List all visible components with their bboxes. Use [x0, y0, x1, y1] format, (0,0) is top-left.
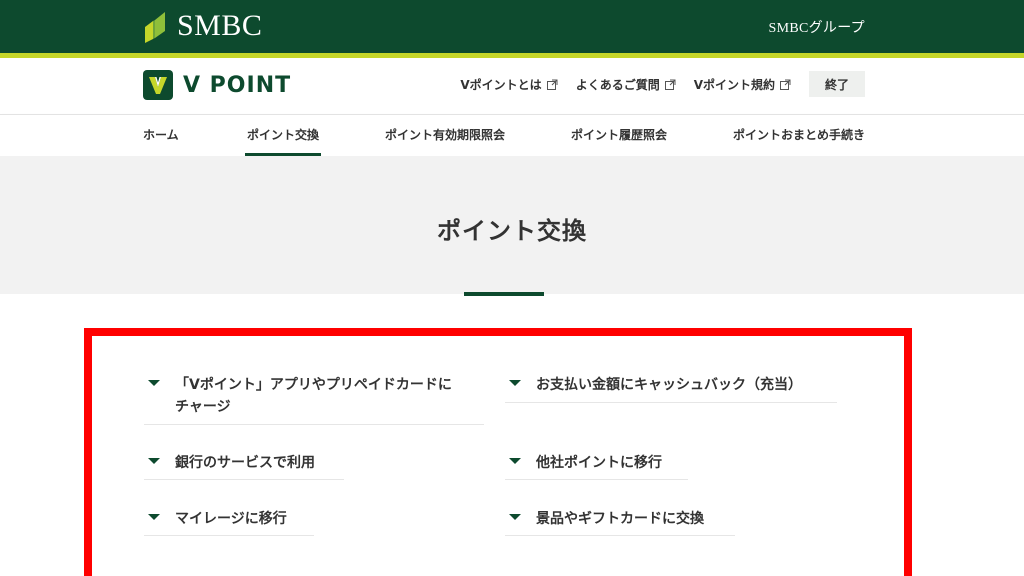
- main-nav: ホーム ポイント交換 ポイント有効期限照会 ポイント履歴照会 ポイントおまとめ手…: [0, 114, 1024, 156]
- nav-item-expiry-inquiry[interactable]: ポイント有効期限照会: [385, 126, 505, 143]
- title-band: ポイント交換: [0, 156, 1024, 294]
- nav-item-history-inquiry[interactable]: ポイント履歴照会: [571, 126, 667, 143]
- link-label: マイレージに移行: [175, 511, 287, 527]
- header-link-label: Vポイントとは: [460, 77, 542, 92]
- header-link-label: よくあるご質問: [575, 77, 660, 92]
- link-other-points[interactable]: 他社ポイントに移行: [505, 452, 688, 480]
- vpoint-logo-text: V POINT: [183, 72, 292, 98]
- vpoint-badge-icon: [143, 70, 173, 100]
- title-underline: [464, 292, 544, 296]
- v-mark-icon: [149, 77, 167, 94]
- nav-item-consolidation[interactable]: ポイントおまとめ手続き: [733, 126, 865, 143]
- caret-down-icon: [148, 380, 160, 386]
- smbc-brand-text: SMBC: [177, 9, 263, 42]
- link-label: 銀行のサービスで利用: [175, 455, 315, 471]
- caret-down-icon: [148, 458, 160, 464]
- smbc-logo[interactable]: SMBC: [143, 9, 262, 43]
- smbc-top-bar: SMBC SMBCグループ: [0, 0, 1024, 53]
- caret-down-icon: [509, 380, 521, 386]
- link-bank-services[interactable]: 銀行のサービスで利用: [144, 452, 344, 480]
- header-link-label: Vポイント規約: [693, 77, 775, 92]
- header-link-terms[interactable]: Vポイント規約: [694, 76, 791, 93]
- nav-item-home[interactable]: ホーム: [143, 126, 179, 143]
- caret-down-icon: [509, 514, 521, 520]
- external-link-icon: [664, 79, 676, 90]
- link-label: 景品やギフトカードに交換: [536, 511, 704, 527]
- external-link-icon: [546, 79, 558, 90]
- vpoint-logo[interactable]: V POINT: [143, 70, 291, 100]
- smbc-leaf-icon: [145, 12, 165, 43]
- external-link-icon: [780, 79, 791, 90]
- link-mileage[interactable]: マイレージに移行: [144, 508, 314, 536]
- link-cashback[interactable]: お支払い金額にキャッシュバック（充当）: [505, 374, 837, 403]
- caret-down-icon: [148, 514, 160, 520]
- link-label: 他社ポイントに移行: [536, 455, 662, 471]
- site-header: V POINT Vポイントとは よくあるご質問 Vポイント規約 終了: [0, 58, 1024, 114]
- link-label-line2: チャージ: [175, 399, 231, 415]
- link-label: お支払い金額にキャッシュバック（充当）: [536, 377, 802, 393]
- caret-down-icon: [509, 458, 521, 464]
- header-link-about[interactable]: Vポイントとは: [460, 76, 558, 93]
- header-link-faq[interactable]: よくあるご質問: [576, 76, 676, 93]
- link-gifts[interactable]: 景品やギフトカードに交換: [505, 508, 735, 536]
- header-links: Vポイントとは よくあるご質問 Vポイント規約 終了: [460, 71, 865, 97]
- link-app-prepaid-charge[interactable]: 「Vポイント」アプリやプリペイドカードに チャージ: [144, 374, 484, 425]
- end-button[interactable]: 終了: [809, 71, 865, 97]
- nav-item-point-exchange[interactable]: ポイント交換: [244, 126, 322, 156]
- smbc-group-link[interactable]: SMBCグループ: [769, 17, 865, 37]
- link-label-line1: 「Vポイント」アプリやプリペイドカードに: [175, 377, 452, 393]
- page-title: ポイント交換: [437, 217, 587, 245]
